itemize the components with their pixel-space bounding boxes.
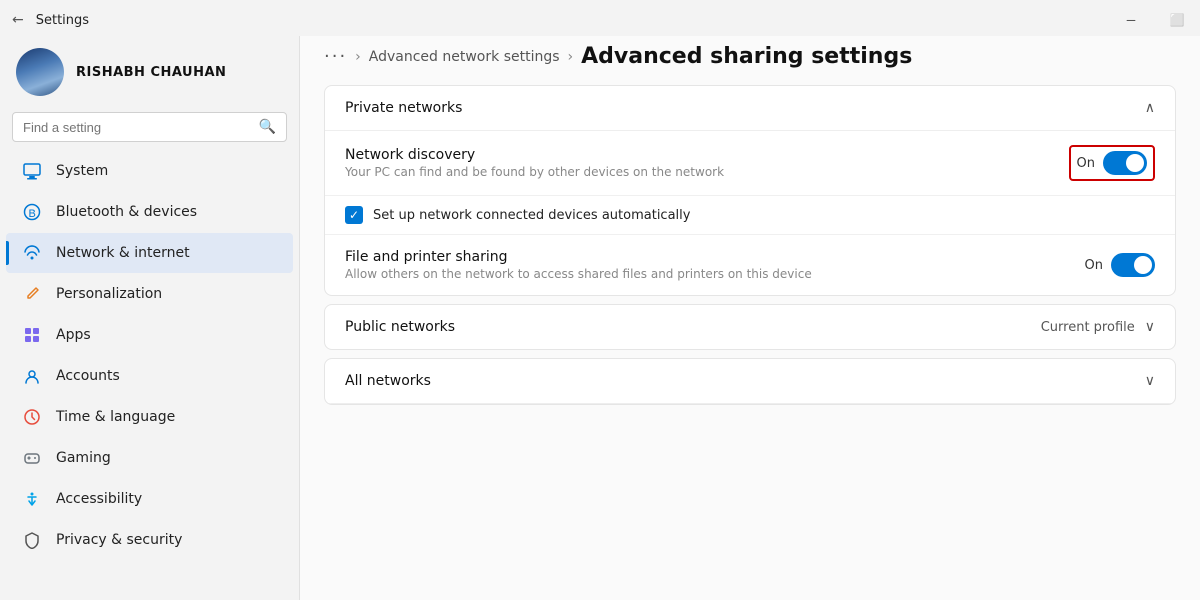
sidebar-item-time-label: Time & language bbox=[56, 409, 175, 425]
accounts-icon bbox=[22, 366, 42, 386]
all-networks-chevron: ∨ bbox=[1145, 373, 1155, 389]
search-input[interactable] bbox=[23, 120, 251, 135]
network-discovery-toggle[interactable] bbox=[1103, 151, 1147, 175]
sidebar-item-system-label: System bbox=[56, 163, 108, 179]
sidebar-item-apps[interactable]: Apps bbox=[6, 315, 293, 355]
breadcrumb: ··· › Advanced network settings › Advanc… bbox=[300, 36, 1200, 85]
apps-icon bbox=[22, 325, 42, 345]
sidebar-item-accessibility-label: Accessibility bbox=[56, 491, 142, 507]
avatar[interactable] bbox=[16, 48, 64, 96]
titlebar: ← Settings ─ ⬜ bbox=[0, 0, 1200, 36]
network-icon bbox=[22, 243, 42, 263]
all-networks-section: All networks ∨ bbox=[324, 358, 1176, 405]
restore-button[interactable]: ⬜ bbox=[1154, 4, 1200, 36]
personalization-icon bbox=[22, 284, 42, 304]
private-networks-chevron: ∧ bbox=[1145, 100, 1155, 116]
file-sharing-info: File and printer sharing Allow others on… bbox=[345, 249, 812, 281]
sidebar-item-time[interactable]: Time & language bbox=[6, 397, 293, 437]
private-networks-section: Private networks ∧ Network discovery You… bbox=[324, 85, 1176, 296]
network-discovery-state: On bbox=[1077, 156, 1095, 171]
public-networks-right: Current profile ∨ bbox=[1041, 319, 1155, 335]
file-sharing-row: File and printer sharing Allow others on… bbox=[325, 235, 1175, 295]
auto-connect-checkbox[interactable]: ✓ bbox=[345, 206, 363, 224]
checkbox-check-icon: ✓ bbox=[349, 208, 359, 222]
breadcrumb-dots[interactable]: ··· bbox=[324, 46, 347, 67]
search-icon: 🔍 bbox=[259, 119, 276, 135]
sidebar-item-privacy[interactable]: Privacy & security bbox=[6, 520, 293, 560]
sidebar-item-accessibility[interactable]: Accessibility bbox=[6, 479, 293, 519]
all-networks-title: All networks bbox=[345, 373, 431, 389]
file-sharing-toggle[interactable] bbox=[1111, 253, 1155, 277]
all-networks-header[interactable]: All networks ∨ bbox=[325, 359, 1175, 404]
public-networks-chevron: ∨ bbox=[1145, 319, 1155, 335]
privacy-icon bbox=[22, 530, 42, 550]
file-sharing-desc: Allow others on the network to access sh… bbox=[345, 267, 812, 281]
app-title: Settings bbox=[36, 13, 89, 28]
auto-connect-label: Set up network connected devices automat… bbox=[373, 208, 690, 223]
sidebar-item-bluetooth-label: Bluetooth & devices bbox=[56, 204, 197, 220]
breadcrumb-parent[interactable]: Advanced network settings bbox=[369, 49, 560, 65]
titlebar-left: ← Settings bbox=[12, 12, 89, 28]
auto-connect-row: ✓ Set up network connected devices autom… bbox=[325, 196, 1175, 235]
public-networks-section: Public networks Current profile ∨ bbox=[324, 304, 1176, 350]
sidebar-item-privacy-label: Privacy & security bbox=[56, 532, 182, 548]
sidebar-item-personalization-label: Personalization bbox=[56, 286, 162, 302]
gaming-icon bbox=[22, 448, 42, 468]
username: RISHABH CHAUHAN bbox=[76, 65, 226, 80]
sidebar-nav: System B Bluetooth & devices Network & i… bbox=[0, 150, 299, 561]
sidebar-item-gaming[interactable]: Gaming bbox=[6, 438, 293, 478]
file-sharing-state: On bbox=[1085, 258, 1103, 273]
file-sharing-label: File and printer sharing bbox=[345, 249, 812, 265]
file-sharing-toggle-wrap[interactable]: On bbox=[1085, 253, 1155, 277]
sidebar-item-accounts-label: Accounts bbox=[56, 368, 120, 384]
breadcrumb-sep-1: › bbox=[355, 49, 361, 65]
sidebar-item-bluetooth[interactable]: B Bluetooth & devices bbox=[6, 192, 293, 232]
private-networks-title: Private networks bbox=[345, 100, 462, 116]
current-profile-label: Current profile bbox=[1041, 320, 1135, 335]
minimize-button[interactable]: ─ bbox=[1108, 4, 1154, 36]
back-button[interactable]: ← bbox=[12, 12, 24, 28]
network-discovery-info: Network discovery Your PC can find and b… bbox=[345, 147, 724, 179]
network-discovery-toggle-wrap[interactable]: On bbox=[1069, 145, 1155, 181]
breadcrumb-current: Advanced sharing settings bbox=[581, 44, 912, 69]
main-layout: RISHABH CHAUHAN 🔍 System B Bluetooth & d… bbox=[0, 36, 1200, 600]
system-icon bbox=[22, 161, 42, 181]
svg-text:B: B bbox=[29, 208, 36, 220]
sidebar-item-network-label: Network & internet bbox=[56, 245, 190, 261]
avatar-image bbox=[16, 48, 64, 96]
public-networks-header[interactable]: Public networks Current profile ∨ bbox=[325, 305, 1175, 349]
public-networks-title: Public networks bbox=[345, 319, 455, 335]
sidebar-item-accounts[interactable]: Accounts bbox=[6, 356, 293, 396]
content-area: ··· › Advanced network settings › Advanc… bbox=[300, 36, 1200, 600]
sidebar: RISHABH CHAUHAN 🔍 System B Bluetooth & d… bbox=[0, 36, 300, 600]
network-discovery-row: Network discovery Your PC can find and b… bbox=[325, 131, 1175, 196]
network-discovery-label: Network discovery bbox=[345, 147, 724, 163]
search-box[interactable]: 🔍 bbox=[12, 112, 287, 142]
breadcrumb-sep-2: › bbox=[568, 49, 574, 65]
sidebar-item-personalization[interactable]: Personalization bbox=[6, 274, 293, 314]
bluetooth-icon: B bbox=[22, 202, 42, 222]
sidebar-item-gaming-label: Gaming bbox=[56, 450, 111, 466]
time-icon bbox=[22, 407, 42, 427]
private-networks-header[interactable]: Private networks ∧ bbox=[325, 86, 1175, 131]
sidebar-item-network[interactable]: Network & internet bbox=[6, 233, 293, 273]
window-controls: ─ ⬜ bbox=[1108, 4, 1200, 36]
user-section: RISHABH CHAUHAN bbox=[0, 36, 299, 112]
network-discovery-desc: Your PC can find and be found by other d… bbox=[345, 165, 724, 179]
sidebar-item-system[interactable]: System bbox=[6, 151, 293, 191]
sidebar-item-apps-label: Apps bbox=[56, 327, 91, 343]
accessibility-icon bbox=[22, 489, 42, 509]
